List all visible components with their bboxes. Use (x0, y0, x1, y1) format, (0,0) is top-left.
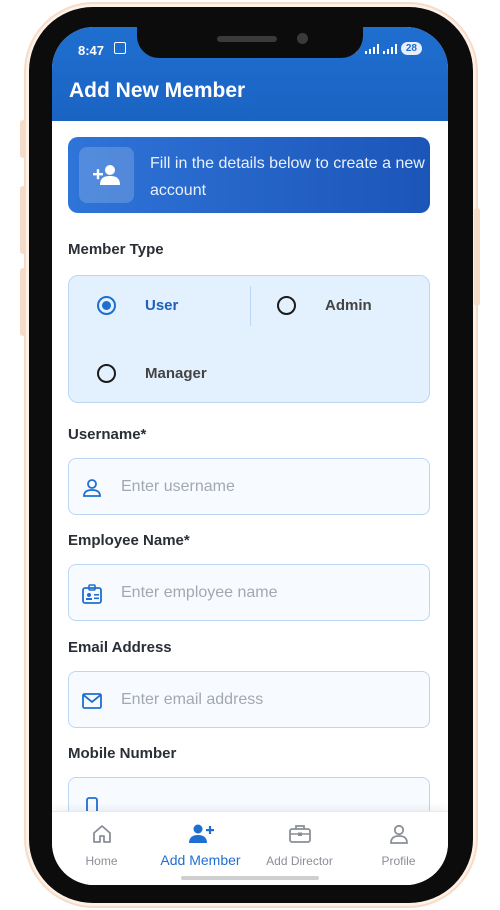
divider (250, 286, 251, 326)
nav-item-add-member[interactable]: Add Member (151, 822, 250, 868)
username-label: Username* (68, 426, 147, 443)
mobile-field[interactable] (68, 777, 430, 811)
radio-manager-label: Manager (145, 365, 207, 382)
nav-item-profile[interactable]: Profile (349, 822, 448, 868)
home-indicator[interactable] (181, 876, 319, 880)
employee-name-label: Employee Name* (68, 532, 190, 549)
nav-item-home[interactable]: Home (52, 822, 151, 868)
form-content[interactable]: Fill in the details below to create a ne… (52, 121, 448, 811)
radio-admin[interactable]: Admin (277, 296, 372, 315)
page-title: Add New Member (69, 79, 246, 102)
phone-icon (86, 797, 98, 811)
add-person-icon (188, 824, 214, 843)
side-button (20, 268, 26, 336)
briefcase-icon (288, 825, 311, 843)
signal-icon (382, 43, 397, 54)
nav-item-add-director[interactable]: Add Director (250, 822, 349, 868)
username-field[interactable] (68, 458, 430, 515)
radio-manager[interactable]: Manager (97, 364, 207, 383)
side-button (474, 208, 480, 306)
status-time: 8:47 (78, 43, 105, 58)
email-input[interactable] (121, 672, 421, 727)
email-field[interactable] (68, 671, 430, 728)
front-camera (297, 33, 308, 44)
banner-text: Fill in the details below to create a ne… (150, 155, 425, 199)
battery-icon: 28 (400, 42, 422, 55)
email-label: Email Address (68, 639, 172, 656)
mobile-label: Mobile Number (68, 745, 177, 762)
member-type-label: Member Type (68, 241, 164, 258)
username-input[interactable] (121, 459, 421, 514)
camera-notch (137, 22, 363, 58)
radio-unselected-icon (97, 364, 116, 383)
screen-record-icon (114, 42, 126, 54)
phone-screen: 8:47 ⏰ 28 Add New Member Fil (52, 27, 448, 885)
home-icon (92, 825, 111, 843)
member-type-group: User Admin Manager (68, 275, 430, 403)
radio-admin-label: Admin (325, 297, 372, 314)
info-banner: Fill in the details below to create a ne… (68, 137, 430, 213)
side-button (20, 120, 26, 158)
bottom-navigation: Home Add Member Add Director Profile (52, 811, 448, 885)
signal-icon (364, 43, 379, 54)
radio-user-label: User (145, 297, 179, 314)
id-badge-icon (82, 584, 102, 604)
employee-name-field[interactable] (68, 564, 430, 621)
mail-icon (82, 693, 102, 709)
radio-unselected-icon (277, 296, 296, 315)
person-icon (83, 479, 101, 497)
radio-user[interactable]: User (97, 296, 178, 315)
nav-label: Add Member (160, 852, 241, 868)
nav-label: Home (85, 854, 118, 868)
profile-icon (389, 824, 408, 844)
nav-label: Add Director (266, 854, 333, 868)
side-button (20, 186, 26, 254)
add-person-icon (79, 147, 134, 203)
radio-selected-icon (97, 296, 116, 315)
speaker (217, 36, 277, 42)
employee-name-input[interactable] (121, 565, 421, 620)
nav-label: Profile (381, 854, 416, 868)
mobile-input[interactable] (121, 778, 421, 811)
